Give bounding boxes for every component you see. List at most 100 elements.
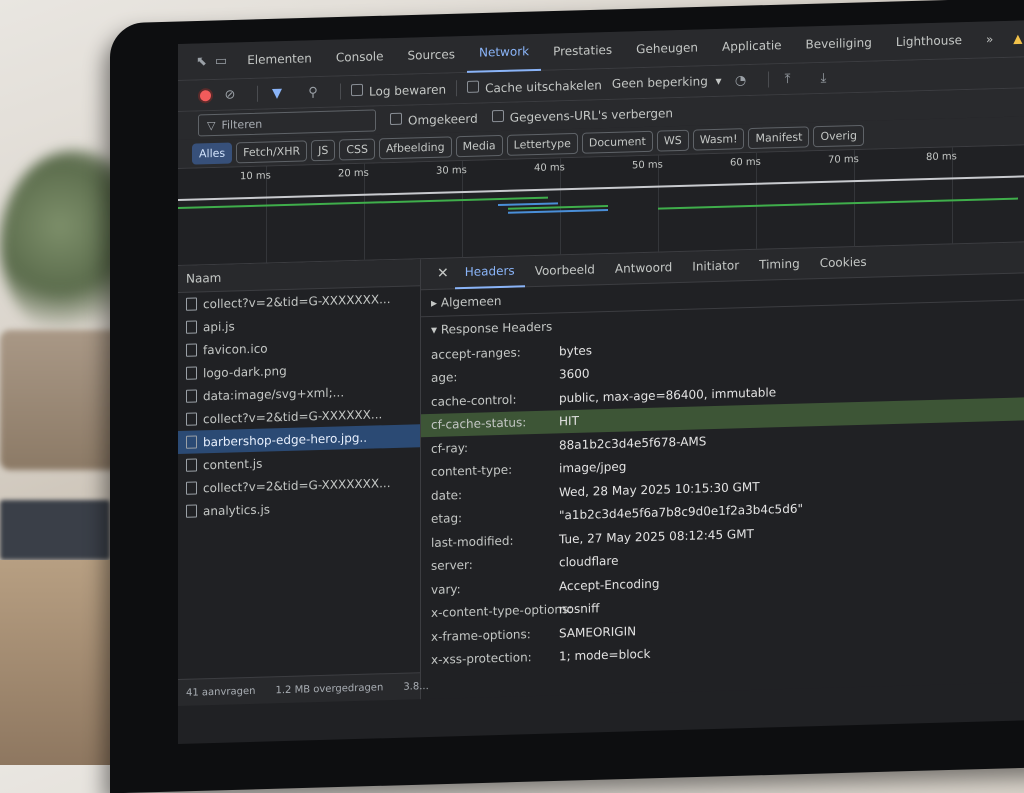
timeline-tick: 50 ms: [632, 159, 663, 172]
header-key: last-modified:: [431, 533, 514, 550]
timeline-tick: 60 ms: [730, 156, 761, 169]
tab-voorbeeld[interactable]: Voorbeeld: [525, 254, 605, 286]
inspect-element-icon[interactable]: ⬉: [196, 52, 207, 70]
timeline-tick: 80 ms: [926, 151, 957, 164]
filter-icon[interactable]: ▼: [268, 84, 286, 103]
hide-data-urls-checkbox[interactable]: Gegevens-URL's verbergen: [491, 105, 674, 125]
general-section-title: Algemeen: [440, 293, 502, 310]
type-filter-lettertype[interactable]: Lettertype: [506, 132, 578, 156]
clear-icon[interactable]: ⊘: [221, 85, 239, 104]
timeline-tick: 70 ms: [828, 153, 859, 166]
toolbar-divider: [767, 71, 769, 88]
timeline-bar: [498, 202, 558, 207]
type-filter-manifest[interactable]: Manifest: [748, 125, 810, 149]
toolbar-divider: [340, 83, 341, 100]
file-icon: [186, 343, 197, 357]
type-filter-wasm[interactable]: Wasm!: [692, 127, 745, 151]
filter-funnel-icon: ▽: [207, 118, 216, 132]
filter-input[interactable]: ▽ Filteren: [198, 109, 376, 137]
type-filter-ws[interactable]: WS: [656, 129, 689, 152]
network-statusbar: 41 aanvragen 1.2 MB overgedragen 3.8...: [178, 672, 429, 706]
export-har-icon[interactable]: ⤓: [815, 69, 833, 88]
header-value: HIT: [559, 414, 579, 429]
tab-network[interactable]: Network: [466, 32, 542, 73]
warning-icon[interactable]: ▲: [1013, 31, 1022, 45]
image-file-icon: [186, 366, 197, 380]
tab-cookies[interactable]: Cookies: [810, 246, 877, 278]
caret-right-icon: ▸: [431, 295, 438, 310]
omgekeerd-checkbox[interactable]: Omgekeerd: [390, 110, 478, 127]
header-key: date:: [431, 487, 463, 503]
header-value: image/jpeg: [559, 459, 627, 476]
throttling-value: Geen beperking: [611, 74, 708, 91]
type-filter-overig[interactable]: Overig: [813, 124, 864, 147]
header-value: 88a1b2c3d4e5f678-AMS: [559, 433, 707, 453]
tab-antwoord[interactable]: Antwoord: [605, 252, 682, 284]
header-key: etag:: [431, 511, 463, 527]
log-bewaren-label: Log bewaren: [369, 82, 447, 99]
type-filter-fetch-xhr[interactable]: Fetch/XHR: [236, 139, 308, 163]
tab-console[interactable]: Console: [324, 38, 396, 76]
header-value: nosniff: [559, 601, 600, 617]
file-icon: [186, 412, 197, 426]
tab-timing[interactable]: Timing: [749, 248, 810, 280]
record-button[interactable]: [200, 89, 211, 101]
request-name: analytics.js: [203, 501, 271, 518]
close-icon[interactable]: ✕: [431, 265, 455, 282]
header-key: vary:: [431, 581, 461, 597]
tab-lighthouse[interactable]: Lighthouse: [884, 22, 974, 61]
timeline-tick: 20 ms: [338, 167, 369, 180]
header-value: "a1b2c3d4e5f6a7b8c9d0e1f2a3b4c5d6": [559, 501, 803, 523]
header-value: bytes: [559, 343, 593, 359]
header-value: cloudflare: [559, 553, 619, 570]
header-key: x-xss-protection:: [431, 650, 532, 668]
tab-initiator[interactable]: Initiator: [682, 250, 749, 282]
tab-headers[interactable]: Headers: [454, 255, 525, 290]
type-filter-afbeelding[interactable]: Afbeelding: [379, 135, 452, 159]
header-key: content-type:: [431, 462, 513, 480]
response-headers-list: accept-ranges: bytes age: 3600 cache-control…: [421, 326, 1024, 672]
network-conditions-icon[interactable]: ◔: [732, 71, 750, 90]
tab-sources[interactable]: Sources: [396, 36, 467, 74]
header-key: cache-control:: [431, 392, 517, 409]
timeline-bar: [508, 208, 608, 214]
timeline-tick: 10 ms: [240, 170, 271, 183]
tab-prestaties[interactable]: Prestaties: [541, 32, 624, 70]
tab-beveiliging[interactable]: Beveiliging: [794, 24, 884, 63]
resources-size: 3.8...: [403, 680, 429, 693]
more-tabs-icon[interactable]: »: [974, 21, 1005, 58]
header-key: cf-cache-status:: [431, 415, 527, 433]
log-bewaren-checkbox[interactable]: Log bewaren: [351, 81, 446, 99]
throttling-select[interactable]: Geen beperking ▾: [612, 74, 722, 91]
tab-elementen[interactable]: Elementen: [235, 40, 324, 78]
tab-geheugen[interactable]: Geheugen: [624, 29, 710, 67]
header-key: accept-ranges:: [431, 345, 521, 362]
type-filter-alles[interactable]: Alles: [192, 141, 233, 165]
header-key: server:: [431, 558, 473, 574]
request-name: barbershop-edge-hero.jpg..: [203, 430, 368, 449]
type-filter-document[interactable]: Document: [581, 130, 653, 154]
file-icon: [186, 481, 197, 495]
type-filter-js[interactable]: JS: [311, 139, 336, 161]
timeline-bar: [178, 175, 1024, 201]
header-value: Tue, 27 May 2025 08:12:45 GMT: [559, 526, 754, 547]
request-list: Naam collect?v=2&tid=G-XXXXXXX... api.js…: [178, 259, 429, 706]
header-value: SAMEORIGIN: [559, 623, 637, 641]
type-filter-css[interactable]: CSS: [339, 137, 376, 160]
cache-uitschakelen-checkbox[interactable]: Cache uitschakelen: [467, 77, 602, 96]
type-filter-media[interactable]: Media: [455, 134, 503, 157]
device-toolbar-icon[interactable]: ▭: [215, 52, 227, 70]
devtools-window: ⬉ ▭ Elementen Console Sources Network Pr…: [178, 20, 1024, 745]
background-pot: [0, 330, 120, 470]
search-icon[interactable]: ⚲: [304, 83, 322, 102]
cache-uitschakelen-label: Cache uitschakelen: [485, 77, 602, 95]
header-key: x-frame-options:: [431, 626, 531, 644]
import-har-icon[interactable]: ⤒: [779, 70, 797, 89]
request-detail-panel: ✕ Headers Voorbeeld Antwoord Initiator T…: [421, 242, 1024, 700]
request-name: content.js: [203, 456, 263, 472]
hide-data-urls-label: Gegevens-URL's verbergen: [509, 105, 674, 125]
tab-applicatie[interactable]: Applicatie: [710, 27, 793, 65]
request-count: 41 aanvragen: [186, 685, 256, 699]
timeline-tick: 30 ms: [436, 164, 467, 177]
header-value: public, max-age=86400, immutable: [559, 385, 777, 406]
